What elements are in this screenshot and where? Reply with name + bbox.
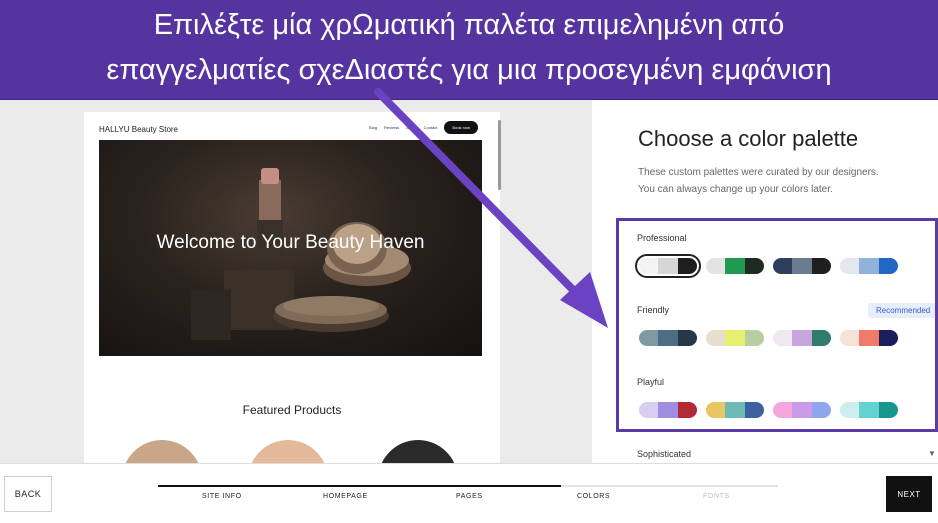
palette-swatch-professional-2[interactable] <box>706 258 764 274</box>
panel-title: Choose a color palette <box>638 126 859 151</box>
step-homepage[interactable]: HOMEPAGE <box>323 493 368 500</box>
palette-color-chip <box>725 258 745 274</box>
palette-color-chip <box>677 402 697 418</box>
palette-color-chip <box>878 402 898 418</box>
hero-image: Welcome to Your Beauty Haven <box>99 140 482 356</box>
palette-swatch-playful-1[interactable] <box>639 402 697 418</box>
palette-color-chip <box>658 258 678 274</box>
product-thumbnail <box>122 440 202 463</box>
site-preview-card: HALLYU Beauty Store Blog Reviews About C… <box>84 112 500 463</box>
palette-swatch-friendly-3[interactable] <box>773 330 831 346</box>
palette-color-chip <box>859 330 879 346</box>
palette-color-chip <box>773 330 793 346</box>
palette-color-chip <box>706 258 726 274</box>
progress-fill <box>158 485 561 487</box>
palette-swatch-playful-3[interactable] <box>773 402 831 418</box>
palette-color-chip <box>792 330 812 346</box>
palette-color-chip <box>792 402 812 418</box>
palette-color-chip <box>859 258 879 274</box>
site-store-name: HALLYU Beauty Store <box>99 125 179 134</box>
annotation-text-line1: Επιλέξτε μία χρΩματική παλέτα επιμελημέν… <box>153 9 785 41</box>
palette-color-chip <box>639 330 659 346</box>
site-cta-button: Book now <box>444 121 478 134</box>
palette-color-chip <box>744 402 764 418</box>
recommended-badge: Recommended <box>868 303 938 318</box>
palette-color-chip <box>811 330 831 346</box>
palette-swatch-professional-4[interactable] <box>840 258 898 274</box>
palette-color-chip <box>725 330 745 346</box>
palette-color-chip <box>859 402 879 418</box>
site-nav-link-blog: Blog <box>369 125 378 130</box>
palette-color-chip <box>744 330 764 346</box>
annotation-text-line2: επαγγελματίες σχεΔιαστές για μια προσεγμ… <box>106 54 832 86</box>
color-palette-panel: Choose a color palette These custom pale… <box>592 100 938 463</box>
palette-color-chip <box>725 402 745 418</box>
palette-color-chip <box>878 330 898 346</box>
site-nav-link-about: About <box>406 125 417 130</box>
palette-swatch-playful-4[interactable] <box>840 402 898 418</box>
step-pages[interactable]: PAGES <box>456 493 483 500</box>
annotation-banner: Επιλέξτε μία χρΩματική παλέτα επιμελημέν… <box>0 0 938 100</box>
next-button[interactable]: NEXT <box>886 476 932 512</box>
palette-color-chip <box>658 402 678 418</box>
palette-swatch-friendly-1[interactable] <box>639 330 697 346</box>
site-nav: Blog Reviews About Contact Book now <box>369 121 478 134</box>
palette-color-chip <box>792 258 812 274</box>
hero-title: Welcome to Your Beauty Haven <box>156 232 425 253</box>
progress-track <box>158 485 778 487</box>
site-nav-link-contact: Contact <box>423 125 438 130</box>
palette-color-chip <box>840 258 860 274</box>
palette-color-chip <box>639 402 659 418</box>
palette-group-label-playful: Playful <box>637 377 665 387</box>
palette-color-chip <box>811 258 831 274</box>
palette-group-label-sophisticated[interactable]: Sophisticated <box>637 449 691 459</box>
palette-swatch-professional-1[interactable] <box>635 254 701 278</box>
palette-color-chip <box>658 330 678 346</box>
palette-color-chip <box>744 258 764 274</box>
site-nav-link-reviews: Reviews <box>384 125 400 130</box>
preview-scrollbar[interactable] <box>498 120 501 190</box>
palette-swatch-playful-2[interactable] <box>706 402 764 418</box>
palette-swatch-friendly-2[interactable] <box>706 330 764 346</box>
palette-color-chip <box>878 258 898 274</box>
palette-color-chip <box>639 258 659 274</box>
palette-swatch-friendly-4[interactable] <box>840 330 898 346</box>
palette-group-label-friendly: Friendly <box>637 305 670 315</box>
wizard-bottom-bar: BACK SITE INFO HOMEPAGE PAGES COLORS FON… <box>0 463 938 523</box>
product-thumbnail <box>248 440 328 463</box>
step-fonts: FONTS <box>703 493 730 500</box>
palette-color-chip <box>706 402 726 418</box>
featured-products-title: Featured Products <box>242 403 342 417</box>
chevron-down-icon[interactable]: ▼ <box>928 449 936 458</box>
palette-color-chip <box>840 402 860 418</box>
step-site-info[interactable]: SITE INFO <box>202 493 242 500</box>
step-colors[interactable]: COLORS <box>577 493 610 500</box>
palette-swatch-professional-3[interactable] <box>773 258 831 274</box>
palette-color-chip <box>773 402 793 418</box>
palette-color-chip <box>677 330 697 346</box>
palette-color-chip <box>706 330 726 346</box>
back-button[interactable]: BACK <box>4 476 52 512</box>
palette-color-chip <box>677 258 697 274</box>
panel-description: These custom palettes were curated by ou… <box>638 167 879 178</box>
palette-color-chip <box>773 258 793 274</box>
palette-group-label-professional: Professional <box>637 233 687 243</box>
panel-description: You can always change up your colors lat… <box>638 184 833 195</box>
product-thumbnail <box>378 440 458 463</box>
palette-color-chip <box>840 330 860 346</box>
palette-color-chip <box>811 402 831 418</box>
